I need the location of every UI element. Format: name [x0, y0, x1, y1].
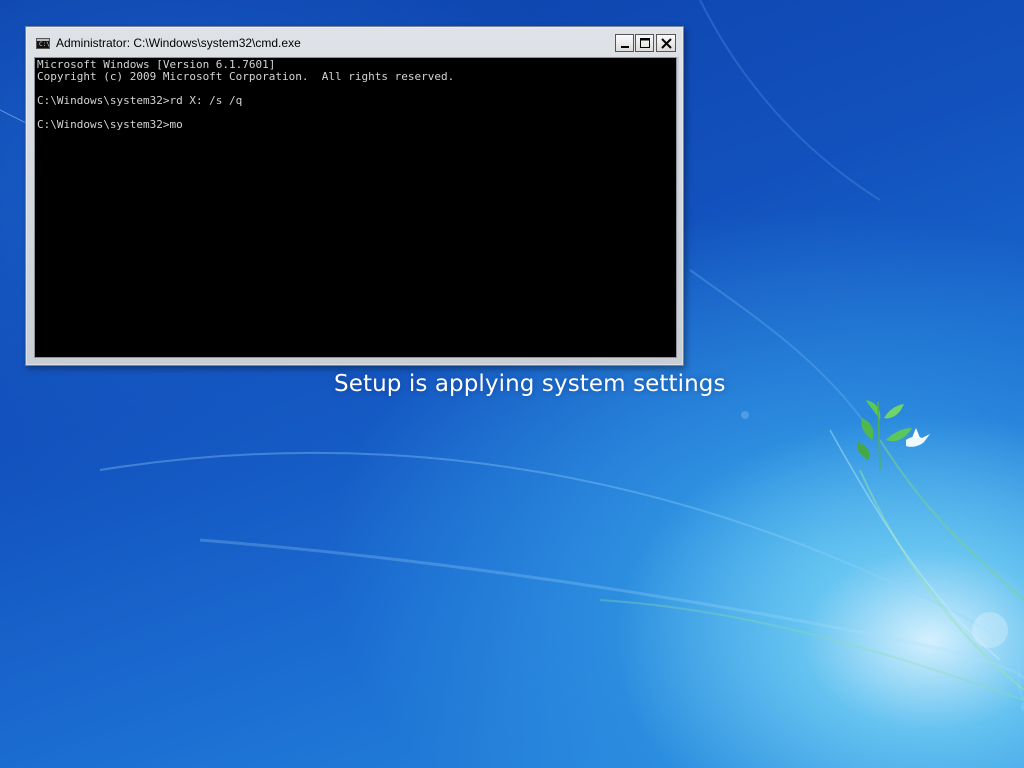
- cmd-window[interactable]: C:\ Administrator: C:\Windows\system32\c…: [25, 26, 684, 366]
- minimize-button[interactable]: [615, 34, 634, 52]
- title-bar[interactable]: C:\ Administrator: C:\Windows\system32\c…: [26, 27, 683, 55]
- console-line: Copyright (c) 2009 Microsoft Corporation…: [37, 70, 455, 83]
- leaf-sprout-icon: [857, 400, 912, 471]
- minimize-icon: [621, 46, 629, 48]
- maximize-icon: [640, 38, 650, 48]
- cmd-icon: C:\: [36, 38, 50, 49]
- close-icon: [661, 38, 672, 49]
- console-line: C:\Windows\system32>mo: [37, 118, 183, 131]
- setup-status-text: Setup is applying system settings: [334, 371, 726, 397]
- close-button[interactable]: [656, 34, 676, 52]
- console-line: C:\Windows\system32>rd X: /s /q: [37, 94, 243, 107]
- console-output[interactable]: Microsoft Windows [Version 6.1.7601] Cop…: [34, 57, 677, 358]
- maximize-button[interactable]: [635, 34, 654, 52]
- window-frame-edge: [677, 57, 679, 358]
- window-title: Administrator: C:\Windows\system32\cmd.e…: [56, 36, 301, 50]
